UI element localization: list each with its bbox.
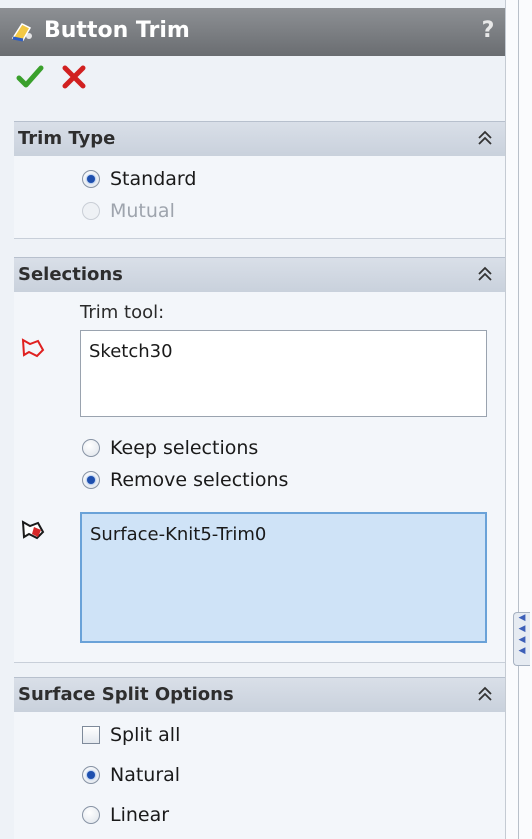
- collapse-chevron-icon[interactable]: [475, 128, 495, 148]
- property-manager-panel: Button Trim ? Trim Type Standard Mutual …: [0, 0, 505, 839]
- keep-selections-radio[interactable]: Keep selections: [82, 437, 258, 459]
- button-trim-feature-icon: [11, 23, 32, 42]
- radio-dot: [82, 766, 100, 784]
- pieces-selection-icon: [21, 520, 45, 540]
- natural-radio[interactable]: Natural: [82, 764, 180, 786]
- panel-title: Button Trim: [44, 18, 190, 43]
- radio-dot: [82, 806, 100, 824]
- help-button[interactable]: ?: [476, 18, 500, 44]
- linear-radio[interactable]: Linear: [82, 804, 169, 826]
- panel-collapse-handle[interactable]: ◀ ◀ ◀ ◀: [513, 612, 530, 666]
- selections-header[interactable]: Selections: [14, 257, 505, 293]
- trim-type-body: Standard Mutual: [14, 156, 505, 239]
- trim-type-header[interactable]: Trim Type: [14, 121, 505, 157]
- divider: [518, 0, 519, 839]
- pieces-to-remove-field[interactable]: Surface-Knit5-Trim0: [80, 512, 487, 643]
- split-all-checkbox[interactable]: Split all: [82, 724, 180, 746]
- radio-dot: [82, 471, 100, 489]
- trim-tool-label: Trim tool:: [80, 302, 165, 323]
- title-bar: Button Trim ?: [0, 8, 505, 56]
- surface-split-header[interactable]: Surface Split Options: [14, 677, 505, 713]
- graphics-area-edge: [505, 0, 532, 839]
- selections-title: Selections: [18, 264, 123, 285]
- trim-tool-value: Sketch30: [89, 341, 173, 362]
- collapse-chevron-icon[interactable]: [475, 264, 495, 284]
- mutual-radio: Mutual: [82, 200, 175, 222]
- radio-dot: [82, 202, 100, 220]
- surface-split-body: Split all Natural Linear: [14, 712, 505, 839]
- checkbox-box: [82, 726, 100, 744]
- arrow-left-icon: ◀: [518, 613, 526, 623]
- remove-selections-radio[interactable]: Remove selections: [82, 469, 288, 491]
- trim-type-title: Trim Type: [18, 128, 116, 149]
- arrow-left-icon: ◀: [518, 646, 526, 656]
- collapse-chevron-icon[interactable]: [475, 684, 495, 704]
- standard-radio[interactable]: Standard: [82, 168, 196, 190]
- cancel-x-icon[interactable]: [60, 63, 88, 91]
- pieces-value: Surface-Knit5-Trim0: [90, 524, 267, 545]
- radio-dot: [82, 439, 100, 457]
- arrow-left-icon: ◀: [518, 635, 526, 645]
- ok-checkmark-icon[interactable]: [16, 63, 44, 91]
- surface-split-title: Surface Split Options: [18, 684, 234, 705]
- arrow-left-icon: ◀: [518, 624, 526, 634]
- trim-tool-selection-icon: [21, 338, 45, 358]
- radio-dot: [82, 170, 100, 188]
- trim-tool-field[interactable]: Sketch30: [80, 330, 487, 417]
